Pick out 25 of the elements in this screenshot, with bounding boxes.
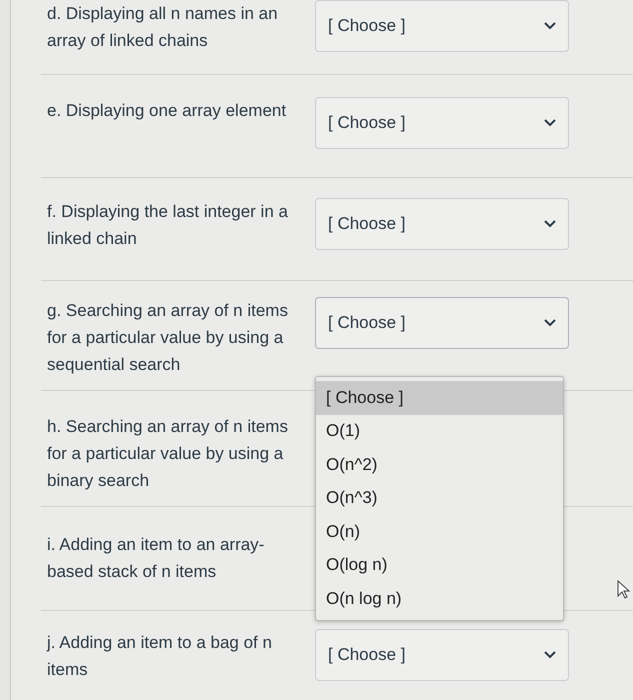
question-text: f. Displaying the last integer in a linked chain: [46, 201, 289, 250]
answer-dropdown[interactable]: [ Choose ]: [315, 198, 569, 250]
question-text: e. Displaying one array element: [46, 100, 288, 122]
chevron-down-icon: [544, 119, 556, 127]
dropdown-option[interactable]: O(n): [316, 515, 563, 548]
dropdown-option[interactable]: O(n log n): [316, 582, 563, 616]
mouse-pointer-icon: [617, 580, 631, 600]
chevron-down-icon: [544, 220, 556, 228]
dropdown-option[interactable]: O(n^2): [316, 448, 563, 482]
chevron-down-icon: [544, 22, 556, 30]
chevron-down-icon: [544, 651, 556, 659]
question-text: g. Searching an array of n items for a particular value by using a sequential search: [46, 300, 289, 376]
dropdown-option[interactable]: [ Choose ]: [316, 381, 563, 414]
question-text: j. Adding an item to a bag of n items: [46, 632, 273, 681]
answer-dropdown[interactable]: [ Choose ]: [315, 297, 569, 349]
answer-dropdown[interactable]: [ Choose ]: [315, 0, 569, 52]
dropdown-option[interactable]: O(n^3): [316, 482, 563, 515]
chevron-down-icon: [544, 319, 556, 327]
answer-dropdown[interactable]: [ Choose ]: [315, 97, 569, 149]
answer-dropdown[interactable]: [ Choose ]: [315, 629, 569, 681]
dropdown-option[interactable]: O(log n): [316, 548, 563, 582]
question-text: h. Searching an array of n items for a particular value by using a binary search: [46, 416, 289, 492]
question-text: d. Displaying all n names in an array of linked chains: [46, 3, 279, 52]
dropdown-option[interactable]: O(1): [316, 414, 563, 448]
question-text: i. Adding an item to an array-based stack of n items: [46, 534, 266, 583]
